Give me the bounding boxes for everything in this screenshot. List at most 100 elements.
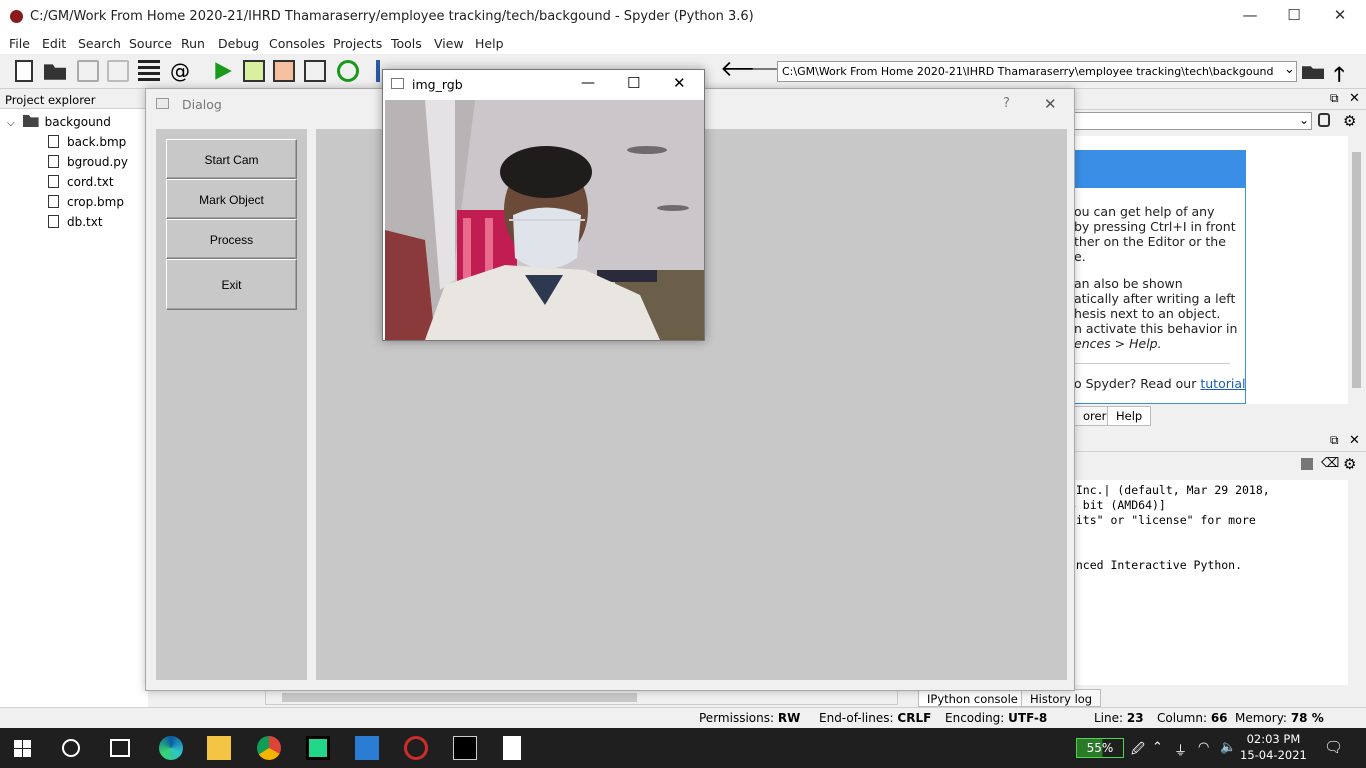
file-list-icon[interactable] bbox=[138, 60, 160, 82]
photos-icon[interactable] bbox=[355, 736, 379, 760]
status-value: UTF-8 bbox=[1008, 711, 1048, 725]
menu-edit[interactable]: Edit bbox=[42, 36, 66, 51]
gear-icon[interactable]: ⚙ bbox=[1343, 112, 1356, 130]
maximize-button[interactable]: ☐ bbox=[1279, 6, 1309, 28]
save-all-icon[interactable] bbox=[107, 60, 129, 82]
exit-button[interactable]: Exit bbox=[166, 259, 297, 310]
volume-icon[interactable]: 🔈 bbox=[1220, 740, 1236, 755]
menu-run[interactable]: Run bbox=[181, 36, 205, 51]
edge-browser-icon[interactable] bbox=[159, 736, 183, 760]
wifi-icon[interactable]: ◠ bbox=[1198, 740, 1209, 755]
close-pane-icon[interactable]: ✕ bbox=[1349, 433, 1360, 448]
close-pane-icon[interactable]: ✕ bbox=[1349, 91, 1360, 106]
status-label: Column: bbox=[1157, 711, 1207, 725]
status-label: Encoding: bbox=[945, 711, 1005, 725]
tree-file[interactable]: crop.bmp bbox=[48, 195, 124, 209]
img-window-title: img_rgb bbox=[412, 77, 463, 92]
console-pane-header: ⧉ ✕ bbox=[1074, 432, 1366, 452]
clock[interactable]: 02:03 PM 15-04-2021 bbox=[1240, 731, 1307, 763]
img-close-button[interactable]: ✕ bbox=[673, 74, 686, 92]
chevron-down-icon: ⌄ bbox=[1299, 113, 1310, 127]
file-label: db.txt bbox=[67, 215, 103, 229]
back-arrow-icon[interactable]: 🡐 bbox=[720, 59, 779, 82]
at-sign-icon[interactable]: @ bbox=[169, 60, 191, 82]
menu-debug[interactable]: Debug bbox=[218, 36, 259, 51]
help-text-line: o Spyder? Read our bbox=[1074, 376, 1197, 391]
open-file-icon[interactable] bbox=[44, 64, 66, 80]
task-view-icon[interactable] bbox=[110, 739, 130, 757]
chevron-down-icon[interactable]: ⌄ bbox=[1284, 62, 1295, 77]
scrollbar-thumb[interactable] bbox=[282, 693, 637, 702]
tab-ipython-console[interactable]: IPython console bbox=[918, 689, 1027, 707]
clock-date: 15-04-2021 bbox=[1240, 748, 1307, 762]
img-maximize-button[interactable]: ☐ bbox=[627, 74, 640, 92]
menu-consoles[interactable]: Consoles bbox=[269, 36, 325, 51]
menu-bar: File Edit Search Source Run Debug Consol… bbox=[0, 34, 1366, 54]
eraser-icon[interactable]: ⌫ bbox=[1321, 456, 1339, 471]
menu-projects[interactable]: Projects bbox=[333, 36, 382, 51]
gear-icon[interactable]: ⚙ bbox=[1343, 455, 1356, 473]
stop-icon[interactable] bbox=[1301, 458, 1313, 470]
battery-indicator[interactable]: 55% bbox=[1076, 738, 1124, 758]
notification-icon[interactable]: 🗨 bbox=[1324, 738, 1343, 756]
working-directory-field[interactable]: C:\GM\Work From Home 2020-21\IHRD Thamar… bbox=[777, 61, 1297, 82]
console-line: , Inc.| (default, Mar 29 2018, bbox=[1062, 483, 1270, 497]
tree-file[interactable]: bgroud.py bbox=[48, 155, 128, 169]
chrome-icon[interactable] bbox=[257, 736, 281, 760]
tree-file[interactable]: back.bmp bbox=[48, 135, 126, 149]
lock-icon[interactable] bbox=[1318, 113, 1330, 127]
tab-history-log[interactable]: History log bbox=[1021, 689, 1102, 707]
chevron-up-icon[interactable]: ⌃ bbox=[1152, 740, 1163, 755]
parent-directory-icon[interactable]: 🡑 bbox=[1334, 60, 1344, 94]
close-button[interactable]: ✕ bbox=[1325, 6, 1355, 28]
undock-icon[interactable]: ⧉ bbox=[1330, 433, 1339, 448]
run-icon[interactable] bbox=[215, 62, 232, 80]
tree-file[interactable]: db.txt bbox=[48, 215, 103, 229]
menu-tools[interactable]: Tools bbox=[391, 36, 422, 51]
tree-folder-backgound[interactable]: ⌵ backgound bbox=[7, 115, 111, 129]
img-minimize-button[interactable]: — bbox=[581, 75, 595, 91]
help-object-combo[interactable]: ⌄ bbox=[1074, 112, 1312, 130]
power-plug-icon[interactable]: ⏚ bbox=[1174, 740, 1187, 759]
start-windows-icon[interactable] bbox=[14, 740, 31, 757]
file-label: back.bmp bbox=[67, 135, 127, 149]
dialog-close-button[interactable]: ✕ bbox=[1044, 95, 1057, 113]
terminal-icon[interactable] bbox=[453, 736, 477, 760]
minimize-button[interactable]: — bbox=[1235, 6, 1265, 28]
pycharm-icon[interactable] bbox=[306, 736, 330, 760]
tab-help[interactable]: Help bbox=[1107, 406, 1152, 426]
console-scrollbar[interactable] bbox=[1349, 480, 1364, 685]
new-file-icon[interactable] bbox=[15, 60, 33, 82]
divider bbox=[1074, 363, 1230, 364]
tutorial-link[interactable]: tutorial bbox=[1200, 376, 1245, 391]
rerun-icon[interactable] bbox=[337, 60, 359, 82]
file-explorer-icon[interactable] bbox=[207, 736, 231, 760]
app-titlebar: C:/GM/Work From Home 2020-21/IHRD Thamar… bbox=[0, 0, 1366, 34]
window-title: C:/GM/Work From Home 2020-21/IHRD Thamar… bbox=[30, 9, 754, 24]
start-cam-button[interactable]: Start Cam bbox=[166, 139, 297, 179]
notepad-icon[interactable] bbox=[503, 736, 521, 760]
help-text-line: an also be shown bbox=[1074, 276, 1183, 291]
tree-file[interactable]: cord.txt bbox=[48, 175, 114, 189]
process-button[interactable]: Process bbox=[166, 219, 297, 259]
run-selection-icon[interactable] bbox=[304, 60, 326, 82]
save-icon[interactable] bbox=[77, 60, 99, 82]
editor-horizontal-scrollbar[interactable] bbox=[265, 690, 898, 705]
menu-file[interactable]: File bbox=[9, 36, 30, 51]
run-cell-advance-icon[interactable] bbox=[273, 60, 295, 82]
pen-icon[interactable]: 🖉 bbox=[1131, 740, 1145, 762]
mark-object-button[interactable]: Mark Object bbox=[166, 179, 297, 219]
spyder-taskbar-icon[interactable] bbox=[404, 736, 428, 760]
menu-view[interactable]: View bbox=[434, 36, 464, 51]
scrollbar-thumb[interactable] bbox=[1352, 152, 1361, 388]
context-help-button[interactable]: ? bbox=[1003, 96, 1010, 111]
undock-icon[interactable]: ⧉ bbox=[1330, 91, 1339, 106]
search-icon[interactable] bbox=[62, 739, 80, 757]
menu-help[interactable]: Help bbox=[475, 36, 504, 51]
menu-source[interactable]: Source bbox=[129, 36, 172, 51]
forward-arrow-icon[interactable]: 🡒 bbox=[750, 59, 809, 82]
help-scrollbar[interactable] bbox=[1349, 136, 1364, 404]
help-text-line: atically after writing a left bbox=[1074, 291, 1236, 306]
run-cell-icon[interactable] bbox=[243, 60, 265, 82]
menu-search[interactable]: Search bbox=[78, 36, 121, 51]
